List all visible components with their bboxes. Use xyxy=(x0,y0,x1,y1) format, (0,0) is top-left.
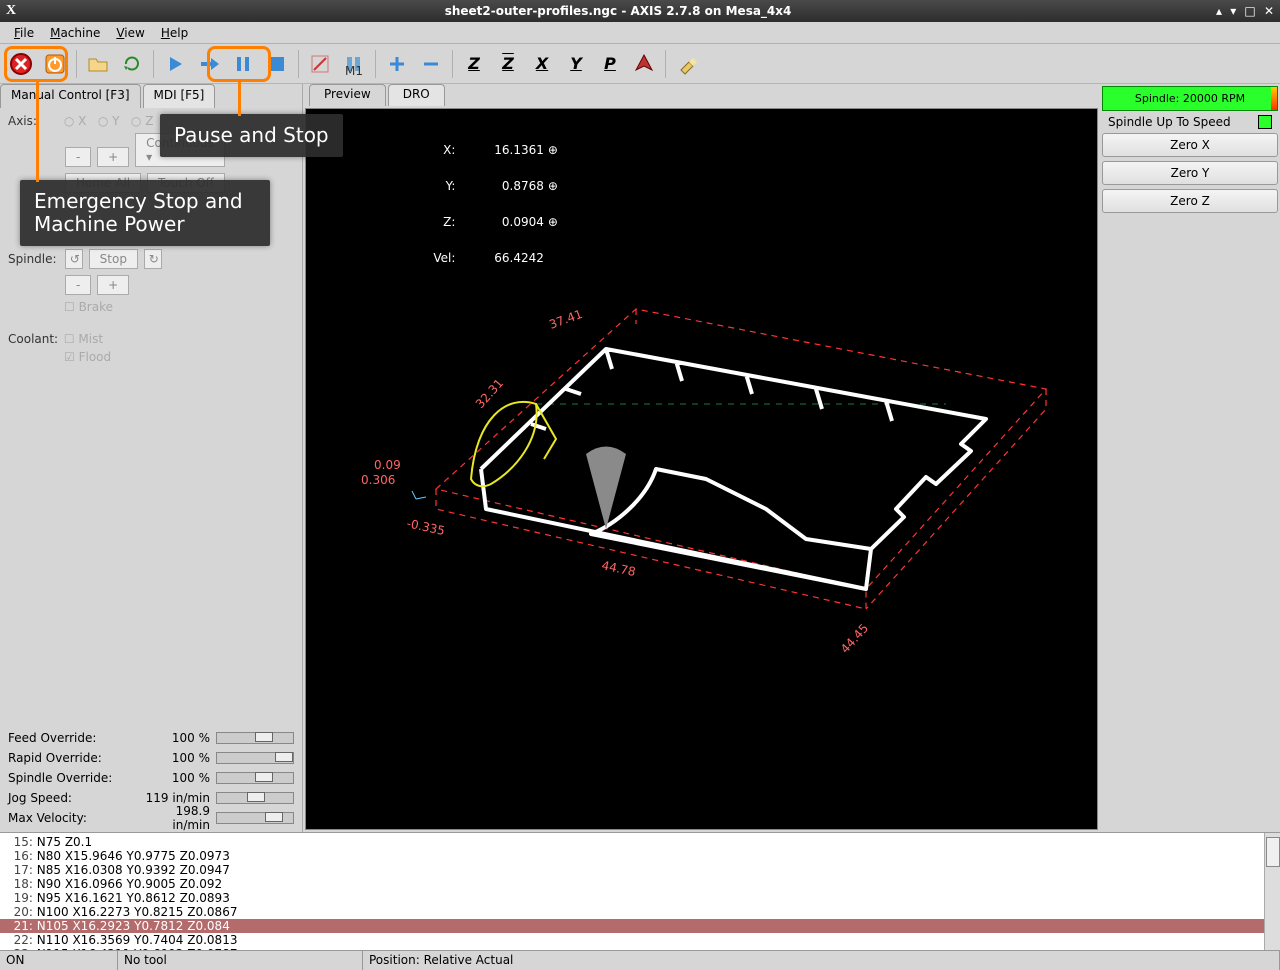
axis-x-radio[interactable]: X xyxy=(78,114,86,128)
zero-x-button[interactable]: Zero X xyxy=(1102,133,1278,157)
gcode-line[interactable]: 23: N115 X16.4211 Y0.6992 Z0.0787 xyxy=(0,947,1280,950)
stop-button[interactable] xyxy=(262,49,292,79)
statusbar: ON No tool Position: Relative Actual xyxy=(0,950,1280,970)
gcode-line[interactable]: 16: N80 X15.9646 Y0.9775 Z0.0973 xyxy=(0,849,1280,863)
tab-dro[interactable]: DRO xyxy=(388,84,445,106)
callout-pause-stop: Pause and Stop xyxy=(160,114,343,157)
svg-text:M1: M1 xyxy=(345,64,363,76)
status-position: Position: Relative Actual xyxy=(363,951,1280,970)
view-z2-button[interactable]: Z xyxy=(493,49,523,79)
spindle-cw-button[interactable]: ↻ xyxy=(144,249,162,269)
gcode-scrollbar[interactable] xyxy=(1264,833,1280,950)
spindle-ccw-button[interactable]: ↺ xyxy=(65,249,83,269)
status-on: ON xyxy=(0,951,118,970)
app-icon: X xyxy=(6,3,16,19)
preview-panel: Preview DRO X: 16.1361⊕ Y: 0.8768⊕ Z: 0.… xyxy=(303,84,1100,832)
power-button[interactable] xyxy=(40,49,70,79)
spindle-override-label: Spindle Override: xyxy=(8,771,136,785)
preview-viewport[interactable]: X: 16.1361⊕ Y: 0.8768⊕ Z: 0.0904⊕ Vel: 6… xyxy=(305,108,1098,830)
zoom-out-button[interactable] xyxy=(416,49,446,79)
svg-text:44.78: 44.78 xyxy=(600,558,637,579)
jog-minus-button[interactable]: - xyxy=(65,147,91,167)
view-p-button[interactable]: P xyxy=(595,49,625,79)
jog-speed-slider[interactable] xyxy=(216,792,294,804)
toggle-rotate-button[interactable] xyxy=(629,49,659,79)
toolpath-render: 37.41 32.31 0.09 0.306 -0.335 44.78 44.4… xyxy=(306,109,1096,799)
coolant-label: Coolant: xyxy=(8,332,60,346)
svg-text:32.31: 32.31 xyxy=(473,376,506,411)
minimize-icon[interactable]: ▴ xyxy=(1216,4,1222,18)
spindle-speed-label: Spindle Up To Speed xyxy=(1108,115,1231,129)
view-z-button[interactable]: Z xyxy=(459,49,489,79)
brake-checkbox[interactable]: ☐ xyxy=(64,300,79,314)
reload-button[interactable] xyxy=(117,49,147,79)
jog-plus-button[interactable]: + xyxy=(97,147,129,167)
gcode-line[interactable]: 18: N90 X16.0966 Y0.9005 Z0.092 xyxy=(0,877,1280,891)
clear-plot-button[interactable] xyxy=(672,49,702,79)
axis-y-radio[interactable]: Y xyxy=(112,114,119,128)
svg-text:0.306: 0.306 xyxy=(361,473,395,487)
pause-button[interactable] xyxy=(228,49,258,79)
svg-text:37.41: 37.41 xyxy=(547,307,584,332)
view-y-button[interactable]: Y xyxy=(561,49,591,79)
gcode-line[interactable]: 15: N75 Z0.1 xyxy=(0,835,1280,849)
zero-z-button[interactable]: Zero Z xyxy=(1102,189,1278,213)
window-titlebar: X sheet2-outer-profiles.ngc - AXIS 2.7.8… xyxy=(0,0,1280,22)
gcode-line[interactable]: 22: N110 X16.3569 Y0.7404 Z0.0813 xyxy=(0,933,1280,947)
svg-text:44.45: 44.45 xyxy=(838,621,871,656)
zoom-in-button[interactable] xyxy=(382,49,412,79)
window-title: sheet2-outer-profiles.ngc - AXIS 2.7.8 o… xyxy=(24,4,1212,18)
maximize-icon[interactable]: □ xyxy=(1244,4,1255,18)
step-button[interactable] xyxy=(194,49,224,79)
spindle-speed-led xyxy=(1258,115,1272,129)
axis-label: Axis: xyxy=(8,114,60,128)
gcode-line[interactable]: 20: N100 X16.2273 Y0.8215 Z0.0867 xyxy=(0,905,1280,919)
rapid-override-slider[interactable] xyxy=(216,752,294,764)
feed-override-label: Feed Override: xyxy=(8,731,136,745)
gcode-line[interactable]: 19: N95 X16.1621 Y0.8612 Z0.0893 xyxy=(0,891,1280,905)
menu-machine[interactable]: Machine xyxy=(42,24,108,42)
minimize-icon[interactable]: ▾ xyxy=(1230,4,1236,18)
svg-text:0.09: 0.09 xyxy=(374,458,401,472)
status-tool: No tool xyxy=(118,951,363,970)
menu-view[interactable]: View xyxy=(108,24,152,42)
spindle-override-slider[interactable] xyxy=(216,772,294,784)
spindle-stop-button[interactable]: Stop xyxy=(89,249,138,269)
gcode-line[interactable]: 17: N85 X16.0308 Y0.9392 Z0.0947 xyxy=(0,863,1280,877)
max-velocity-label: Max Velocity: xyxy=(8,811,136,825)
optional-stop-button[interactable]: M1 xyxy=(339,49,369,79)
override-sliders: Feed Override:100 % Rapid Override:100 %… xyxy=(0,726,302,832)
spindle-minus-button[interactable]: - xyxy=(65,275,91,295)
view-x-button[interactable]: X xyxy=(527,49,557,79)
jog-speed-label: Jog Speed: xyxy=(8,791,136,805)
spindle-plus-button[interactable]: + xyxy=(97,275,129,295)
gcode-listing[interactable]: 15: N75 Z0.1 16: N80 X15.9646 Y0.9775 Z0… xyxy=(0,832,1280,950)
max-velocity-slider[interactable] xyxy=(216,812,294,824)
axis-z-radio[interactable]: Z xyxy=(145,114,153,128)
svg-text:-0.335: -0.335 xyxy=(405,516,446,538)
flood-checkbox[interactable]: ☑ xyxy=(64,350,79,364)
spindle-label: Spindle: xyxy=(8,252,60,266)
spindle-rpm-indicator: Spindle: 20000 RPM xyxy=(1102,86,1278,111)
gcode-line[interactable]: 21: N105 X16.2923 Y0.7812 Z0.084 xyxy=(0,919,1280,933)
skip-lines-button[interactable] xyxy=(305,49,335,79)
mist-checkbox[interactable]: ☐ xyxy=(64,332,79,346)
tab-preview[interactable]: Preview xyxy=(309,84,386,106)
estop-button[interactable] xyxy=(6,49,36,79)
run-button[interactable] xyxy=(160,49,190,79)
right-panel: Spindle: 20000 RPM Spindle Up To Speed Z… xyxy=(1100,84,1280,832)
tab-manual-control[interactable]: Manual Control [F3] xyxy=(0,84,141,108)
tab-mdi[interactable]: MDI [F5] xyxy=(143,84,216,108)
feed-override-slider[interactable] xyxy=(216,732,294,744)
menubar: File Machine View Help xyxy=(0,22,1280,44)
menu-help[interactable]: Help xyxy=(153,24,196,42)
rapid-override-label: Rapid Override: xyxy=(8,751,136,765)
open-file-button[interactable] xyxy=(83,49,113,79)
menu-file[interactable]: File xyxy=(6,24,42,42)
zero-y-button[interactable]: Zero Y xyxy=(1102,161,1278,185)
callout-estop: Emergency Stop and Machine Power xyxy=(20,180,270,246)
close-icon[interactable]: ✕ xyxy=(1264,4,1274,18)
toolbar: M1 Z Z X Y P xyxy=(0,44,1280,84)
